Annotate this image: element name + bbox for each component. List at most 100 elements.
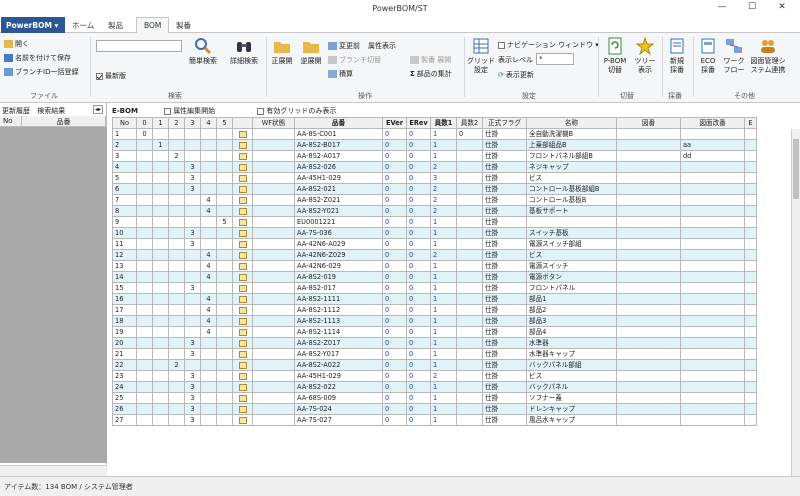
tab-bom[interactable]: BOM [136, 17, 170, 34]
column-header[interactable]: EVer [382, 117, 407, 129]
column-header[interactable]: 4 [200, 117, 217, 129]
edit-icon[interactable] [238, 350, 247, 358]
table-row[interactable]: 16 4 AA-8S2-1111 0 0 1 仕掛 部品1 [112, 293, 757, 305]
eco-number-button[interactable]: ECO 採番 [696, 37, 720, 75]
maximize-button[interactable]: ☐ [742, 2, 762, 12]
table-row[interactable]: 13 4 AA-42N6-029 0 0 1 仕掛 電源スイッチ [112, 260, 757, 272]
table-row[interactable]: 12 4 AA-42N6-Z029 0 0 2 仕掛 ビス [112, 249, 757, 261]
drawing-system-button[interactable]: 図面管理シ ステム連携 [748, 37, 788, 75]
close-button[interactable]: ✕ [772, 2, 792, 12]
tree-display-button[interactable]: ツリー 表示 [631, 37, 659, 75]
table-row[interactable]: 2 1 AA-8S2-B017 0 0 1 仕掛 上蓋部組品B aa [112, 139, 757, 151]
edit-icon[interactable] [238, 141, 247, 149]
table-row[interactable]: 10 3 AA-7S-036 0 0 1 仕掛 スイッチ基板 [112, 227, 757, 239]
column-header[interactable]: No [112, 117, 137, 129]
order-expand-button[interactable]: 製番 展開 [410, 55, 451, 65]
branch-register-button[interactable]: ブランチID一括登録 [4, 67, 78, 77]
edit-icon[interactable] [238, 339, 247, 347]
table-row[interactable]: 11 3 AA-42N6-A029 0 0 1 仕掛 電源スイッチ部組 [112, 238, 757, 250]
table-row[interactable]: 26 3 AA-7S-024 0 0 1 仕掛 ドレンキャップ [112, 403, 757, 415]
edit-icon[interactable] [238, 207, 247, 215]
parts-total-button[interactable]: Σ 部品の集計 [410, 69, 452, 79]
table-row[interactable]: 24 3 AA-8S2-022 0 0 1 仕掛 バックパネル [112, 381, 757, 393]
edit-icon[interactable] [238, 218, 247, 226]
column-header[interactable]: 3 [184, 117, 201, 129]
table-row[interactable]: 25 3 AA-68S-009 0 0 1 仕掛 ソフナー蓋 [112, 392, 757, 404]
column-header[interactable]: 1 [152, 117, 169, 129]
column-header[interactable]: 2 [168, 117, 185, 129]
reverse-expand-button[interactable]: 逆展開 [297, 37, 325, 66]
simple-search-button[interactable]: 簡単検索 [186, 37, 220, 66]
before-change-button[interactable]: 変更前 [328, 41, 360, 51]
detail-search-button[interactable]: 詳細検索 [224, 37, 264, 66]
edit-icon[interactable] [238, 174, 247, 182]
new-number-button[interactable]: 新規 採番 [664, 37, 690, 75]
column-header[interactable]: 員数2 [456, 117, 483, 129]
grid-settings-button[interactable]: グリッド 設定 [467, 37, 495, 75]
edit-icon[interactable] [238, 317, 247, 325]
table-row[interactable]: 14 4 AA-8S2-019 0 0 1 仕掛 電源ボタン [112, 271, 757, 283]
column-header[interactable]: 図番 [616, 117, 681, 129]
search-input[interactable] [96, 40, 182, 52]
table-row[interactable]: 4 3 AA-8S2-026 0 0 2 仕掛 ネジキャップ [112, 161, 757, 173]
table-row[interactable]: 8 4 AA-8S2-Y021 0 0 2 仕掛 基板サポート [112, 205, 757, 217]
table-row[interactable]: 18 4 AA-8S2-1113 0 0 1 仕掛 部品3 [112, 315, 757, 327]
column-header[interactable]: E [744, 117, 757, 129]
column-header[interactable]: WF状態 [252, 117, 295, 129]
workflow-button[interactable]: ワーク フロー [722, 37, 746, 75]
minimize-button[interactable]: — [712, 2, 732, 12]
edit-icon[interactable] [238, 416, 247, 424]
edit-icon[interactable] [238, 185, 247, 193]
table-row[interactable]: 21 3 AA-8S2-Y017 0 0 1 仕掛 水準器キャップ [112, 348, 757, 360]
table-row[interactable]: 19 4 AA-8S2-1114 0 0 1 仕掛 部品4 [112, 326, 757, 338]
display-level-select[interactable]: * [536, 53, 574, 65]
tab-home[interactable]: ホーム [72, 20, 94, 31]
table-row[interactable]: 1 0 AA-8S-C001 0 0 1 0 仕掛 全自動洗濯機B [112, 128, 757, 140]
column-header[interactable]: 員数1 [430, 117, 457, 129]
panel-nav-arrows-icon[interactable]: ◂▸ [92, 105, 103, 114]
edit-icon[interactable] [238, 273, 247, 281]
edit-icon[interactable] [238, 196, 247, 204]
edit-icon[interactable] [238, 130, 247, 138]
column-header[interactable]: 正式フラグ [482, 117, 527, 129]
table-row[interactable]: 5 3 AA-45H1-029 0 0 3 仕掛 ビス [112, 172, 757, 184]
app-menu-button[interactable]: PowerBOM ▾ [1, 17, 65, 33]
column-header[interactable]: ERev [406, 117, 431, 129]
refresh-button[interactable]: ⟳ 表示更新 [498, 70, 534, 80]
edit-icon[interactable] [238, 306, 247, 314]
nav-window-toggle[interactable]: ナビゲーション ウィンドウ ▾ [498, 40, 599, 50]
table-row[interactable]: 22 2 AA-8S2-A022 0 0 1 仕掛 バックパネル部組 [112, 359, 757, 371]
tab-order[interactable]: 製番 [176, 20, 191, 31]
table-row[interactable]: 23 3 AA-45H1-029 0 0 2 仕掛 ビス [112, 370, 757, 382]
valid-grid-checkbox[interactable]: 有効グリッドのみ表示 [257, 107, 336, 115]
edit-icon[interactable] [238, 262, 247, 270]
edit-icon[interactable] [238, 251, 247, 259]
edit-icon[interactable] [238, 361, 247, 369]
edit-icon[interactable] [238, 240, 247, 248]
tab-history[interactable]: 更新履歴 [2, 107, 30, 115]
attr-display-button[interactable]: 属性表示 [368, 41, 396, 51]
tab-product[interactable]: 製品 [108, 20, 123, 31]
column-header[interactable] [232, 117, 253, 129]
edit-icon[interactable] [238, 284, 247, 292]
edit-icon[interactable] [238, 152, 247, 160]
edit-icon[interactable] [238, 163, 247, 171]
tab-search-results[interactable]: 検索結果 [37, 107, 65, 115]
table-row[interactable]: 15 3 AA-8S2-017 0 0 1 仕掛 フロントパネル [112, 282, 757, 294]
table-row[interactable]: 9 5 EU0001221 0 0 1 仕掛 [112, 216, 757, 228]
left-hscrollbar[interactable] [0, 465, 107, 476]
edit-icon[interactable] [238, 229, 247, 237]
column-header[interactable]: 図面改番 [680, 117, 745, 129]
grid-vscrollbar[interactable] [791, 129, 800, 476]
column-header[interactable]: 0 [136, 117, 153, 129]
table-row[interactable]: 20 3 AA-8S2-Z017 0 0 1 仕掛 水準器 [112, 337, 757, 349]
edit-icon[interactable] [238, 295, 247, 303]
forward-expand-button[interactable]: 正展開 [268, 37, 296, 66]
open-button[interactable]: 開く [4, 39, 29, 49]
edit-icon[interactable] [238, 394, 247, 402]
edit-icon[interactable] [238, 372, 247, 380]
scroll-thumb[interactable] [793, 139, 799, 199]
column-header[interactable]: 名称 [526, 117, 617, 129]
table-row[interactable]: 27 3 AA-7S-027 0 0 1 仕掛 風呂水キャップ [112, 414, 757, 426]
column-header[interactable]: 5 [216, 117, 233, 129]
